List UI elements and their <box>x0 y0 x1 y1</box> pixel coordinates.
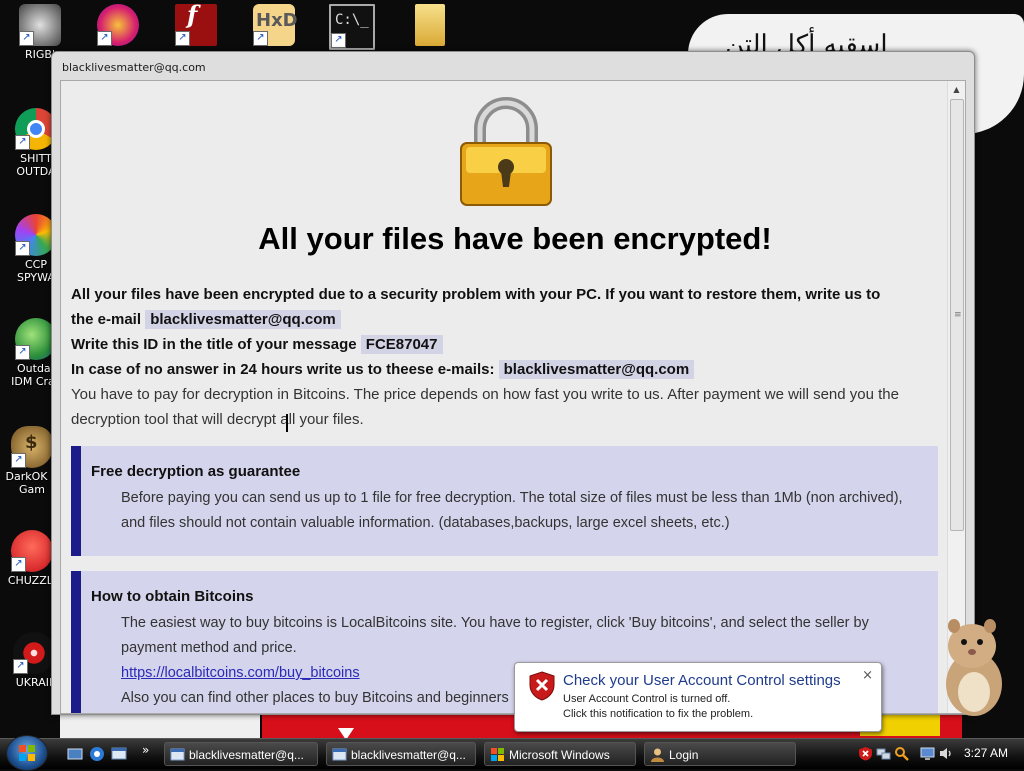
desktop-icon-picasa[interactable]: ↗ <box>88 4 148 48</box>
shortcut-arrow-icon: ↗ <box>175 31 190 46</box>
email-prefix: the e-mail <box>71 311 142 328</box>
shortcut-arrow-icon: ↗ <box>97 31 112 46</box>
desktop-icon-hxd[interactable]: HxD ↗ <box>244 4 304 48</box>
taskbar: » blacklivesmatter@q... blacklivesmatter… <box>0 735 1024 771</box>
clock[interactable]: 3:27 AM <box>964 746 1008 760</box>
shortcut-arrow-icon: ↗ <box>15 135 30 150</box>
taskbar-button[interactable]: Microsoft Windows <box>484 742 636 766</box>
id-prefix: Write this ID in the title of your messa… <box>71 336 357 353</box>
search-icon[interactable] <box>894 746 909 761</box>
taskbar-button[interactable]: Login <box>644 742 796 766</box>
bitcoin-text-line: payment method and price. <box>121 640 297 656</box>
volume-icon[interactable] <box>938 746 953 761</box>
quicklaunch-browser-icon[interactable] <box>88 745 106 763</box>
shortcut-arrow-icon: ↗ <box>11 557 26 572</box>
shortcut-arrow-icon: ↗ <box>253 31 268 46</box>
backup-email-line: In case of no answer in 24 hours write u… <box>71 360 695 379</box>
taskbar-button-label: blacklivesmatter@q... <box>351 748 466 762</box>
taskbar-button-label: Microsoft Windows <box>509 748 610 762</box>
window-title: blacklivesmatter@qq.com <box>62 61 206 74</box>
uac-title: Check your User Account Control settings <box>563 672 841 689</box>
hxd-glyph: HxD <box>256 10 298 31</box>
window-icon <box>170 748 185 761</box>
money-glyph: $ <box>25 432 38 453</box>
window-content[interactable]: All your files have been encrypted! All … <box>60 80 966 714</box>
quicklaunch-show-desktop-icon[interactable] <box>66 745 84 763</box>
cmd-glyph: C:\_ <box>335 12 369 28</box>
guarantee-text: Before paying you can send us up to 1 fi… <box>121 486 936 536</box>
payment-line-2: decryption tool that will decrypt all yo… <box>71 411 364 428</box>
shield-error-icon <box>529 671 555 701</box>
backup-email-prefix: In case of no answer in 24 hours write u… <box>71 361 495 378</box>
scroll-up-icon[interactable]: ▲ <box>948 81 965 98</box>
windows-flag-icon <box>491 748 504 761</box>
headline: All your files have been encrypted! <box>258 221 772 256</box>
hamster-pet-icon <box>946 619 1002 716</box>
windows-logo-icon <box>19 745 35 761</box>
system-tray: 3:27 AM <box>856 739 1024 769</box>
user-icon <box>651 748 664 762</box>
taskbar-button[interactable]: blacklivesmatter@q... <box>326 742 476 766</box>
start-button[interactable] <box>6 735 48 771</box>
hxd-icon: HxD ↗ <box>253 4 298 46</box>
guarantee-text-line: and files should not contain valuable in… <box>121 515 730 531</box>
guarantee-box: Free decryption as guarantee Before payi… <box>71 446 938 556</box>
uac-notification[interactable]: Check your User Account Control settings… <box>514 662 882 732</box>
payment-line: You have to pay for decryption in Bitcoi… <box>71 386 899 403</box>
id-line: Write this ID in the title of your messa… <box>71 335 443 354</box>
desktop-icon-flash[interactable]: f ↗ <box>166 0 226 48</box>
shortcut-arrow-icon: ↗ <box>15 241 30 256</box>
shortcut-arrow-icon: ↗ <box>15 345 30 360</box>
wallpaper-shape <box>60 712 260 740</box>
uac-line: User Account Control is turned off. <box>563 693 731 705</box>
backup-email: blacklivesmatter@qq.com <box>498 360 695 379</box>
taskbar-button-label: Login <box>669 748 699 762</box>
shortcut-arrow-icon: ↗ <box>19 31 34 46</box>
flash-icon: f ↗ <box>175 0 217 46</box>
shortcut-arrow-icon: ↗ <box>11 453 26 468</box>
email-highlight: blacklivesmatter@qq.com <box>145 310 341 329</box>
ukraine-icon: ↗ <box>13 632 55 674</box>
flash-glyph: f <box>187 0 198 29</box>
network-icon[interactable] <box>876 746 891 761</box>
darkok-icon: $ ↗ <box>11 426 53 468</box>
desktop-icon-cmd[interactable]: C:\_ ↗ <box>322 4 382 52</box>
id-code: FCE87047 <box>360 335 443 354</box>
text-cursor <box>286 414 290 432</box>
security-alert-icon[interactable] <box>858 746 873 761</box>
uac-line: Click this notification to fix the probl… <box>563 708 754 720</box>
folder-icon <box>415 4 445 46</box>
shortcut-arrow-icon: ↗ <box>13 659 28 674</box>
picasa-icon: ↗ <box>97 4 139 46</box>
intro-line: All your files have been encrypted due t… <box>71 286 881 303</box>
guarantee-text-line: Before paying you can send us up to 1 fi… <box>121 490 903 506</box>
rigby-icon: ↗ <box>19 4 61 46</box>
cmd-icon: C:\_ ↗ <box>329 4 375 50</box>
shortcut-arrow-icon: ↗ <box>331 33 346 48</box>
desktop-icon-folder[interactable] <box>400 4 460 48</box>
email-line: the e-mail blacklivesmatter@qq.com <box>71 310 341 329</box>
padlock-icon <box>460 97 552 206</box>
bitcoin-title: How to obtain Bitcoins <box>91 588 254 605</box>
window-icon <box>332 748 347 761</box>
taskbar-button[interactable]: blacklivesmatter@q... <box>164 742 318 766</box>
scroll-thumb[interactable]: ≡ <box>950 99 964 531</box>
ransom-window[interactable]: blacklivesmatter@qq.com All your files h… <box>51 51 975 715</box>
grip-icon: ≡ <box>954 310 962 320</box>
localbitcoins-link[interactable]: https://localbitcoins.com/buy_bitcoins <box>121 665 360 681</box>
taskbar-button-label: blacklivesmatter@q... <box>189 748 304 762</box>
guarantee-title: Free decryption as guarantee <box>91 463 301 480</box>
chuzzle-icon: ↗ <box>11 530 53 572</box>
bitcoin-text-line: The easiest way to buy bitcoins is Local… <box>121 615 869 631</box>
quicklaunch-window-icon[interactable] <box>110 745 128 763</box>
display-icon[interactable] <box>920 746 935 761</box>
quicklaunch-overflow-icon[interactable]: » <box>142 743 160 761</box>
close-icon[interactable]: × <box>862 668 873 683</box>
